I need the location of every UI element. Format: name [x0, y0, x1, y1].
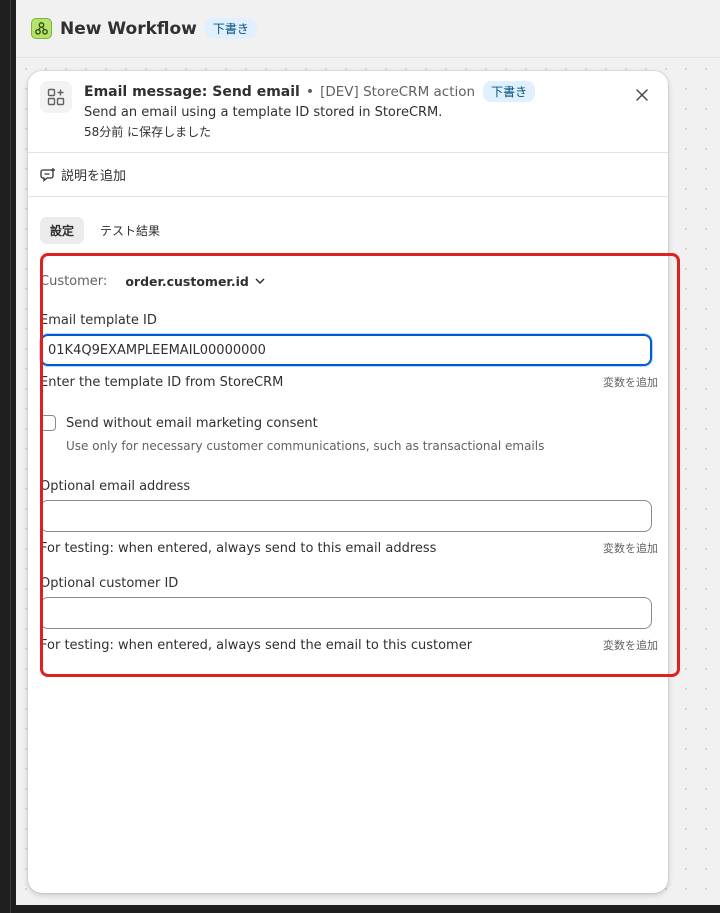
consent-checkbox[interactable]	[40, 415, 56, 431]
window-edge	[0, 0, 16, 913]
settings-form: Customer: order.customer.id Email templa…	[28, 274, 668, 653]
workflow-title[interactable]: New Workflow	[60, 19, 197, 39]
consent-help: Use only for necessary customer communic…	[66, 439, 545, 453]
add-description-button[interactable]: 説明を追加	[28, 153, 668, 196]
template-id-input[interactable]	[40, 334, 652, 366]
email-field: Optional email address For testing: when…	[40, 479, 658, 556]
panel-header-text: Email message: Send email • [DEV] StoreC…	[84, 81, 536, 140]
chevron-down-icon	[255, 278, 265, 285]
draft-badge: 下書き	[204, 18, 257, 39]
add-variable-button[interactable]: 変数を追加	[603, 374, 658, 390]
customer-label: Customer:	[40, 274, 108, 289]
customer-selector[interactable]: order.customer.id	[125, 274, 265, 289]
comment-add-icon	[40, 167, 55, 182]
add-description-label: 説明を追加	[61, 169, 127, 184]
separator-dot: •	[305, 83, 315, 100]
customer-id-field: Optional customer ID For testing: when e…	[40, 576, 658, 653]
customer-row: Customer: order.customer.id	[40, 274, 656, 289]
step-description: Send an email using a template ID stored…	[84, 105, 443, 120]
customer-id-input[interactable]	[40, 597, 652, 629]
template-help-row: Enter the template ID from StoreCRM 変数を追…	[40, 374, 658, 390]
email-address-input[interactable]	[40, 500, 652, 532]
email-label: Optional email address	[40, 479, 191, 494]
email-help-row: For testing: when entered, always send t…	[40, 540, 658, 556]
tab-settings[interactable]: 設定	[40, 217, 85, 244]
customer-value: order.customer.id	[125, 274, 249, 289]
workflow-canvas[interactable]: Email message: Send email • [DEV] StoreC…	[16, 59, 720, 905]
template-label: Email template ID	[40, 313, 157, 328]
top-bar: New Workflow 下書き	[16, 0, 720, 58]
email-help: For testing: when entered, always send t…	[40, 540, 437, 556]
tab-test-results[interactable]: テスト結果	[90, 217, 170, 244]
saved-status: 58分前 に保存しました	[84, 125, 212, 139]
customer-id-help-row: For testing: when entered, always send t…	[40, 637, 658, 653]
add-variable-button[interactable]: 変数を追加	[603, 540, 658, 556]
app-window: New Workflow 下書き Email message: Send ema…	[16, 0, 720, 905]
customer-id-help: For testing: when entered, always send t…	[40, 637, 473, 653]
tab-bar: 設定 テスト結果	[28, 197, 668, 244]
template-help: Enter the template ID from StoreCRM	[40, 374, 284, 390]
app-blocks-icon	[40, 81, 72, 113]
consent-label: Send without email marketing consent	[66, 415, 318, 431]
workflow-app-icon	[31, 18, 52, 39]
template-field: Email template ID Enter the template ID …	[40, 313, 658, 390]
step-app-name: [DEV] StoreCRM action	[320, 83, 476, 100]
customer-id-label: Optional customer ID	[40, 576, 179, 591]
window-edge-line	[10, 0, 11, 913]
step-config-panel: Email message: Send email • [DEV] StoreC…	[28, 71, 680, 893]
step-title: Email message: Send email	[84, 83, 300, 100]
step-draft-badge: 下書き	[483, 81, 536, 102]
add-variable-button[interactable]: 変数を追加	[603, 637, 658, 653]
panel-header: Email message: Send email • [DEV] StoreC…	[28, 71, 668, 152]
consent-checkbox-row[interactable]: Send without email marketing consent	[40, 415, 656, 431]
close-icon[interactable]	[632, 85, 652, 105]
